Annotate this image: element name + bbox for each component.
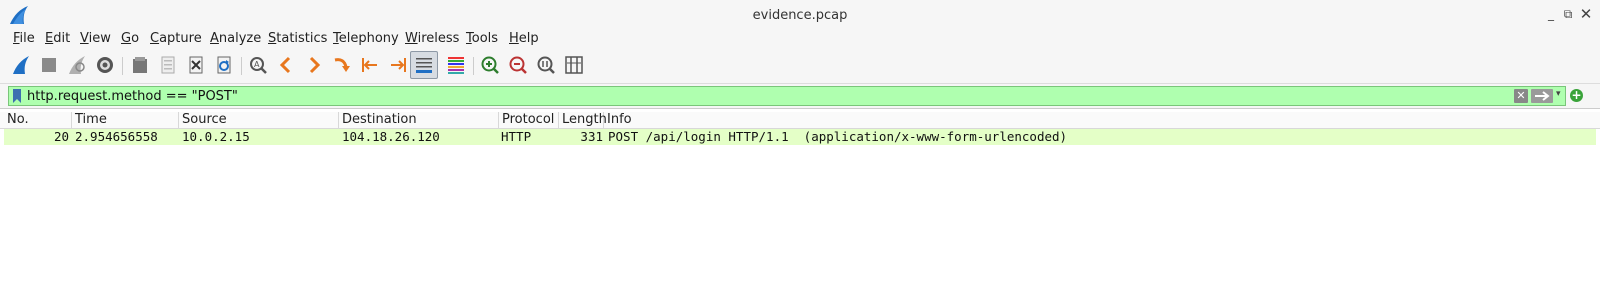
packet-list-header: No. Time Source Destination Protocol Len… (0, 112, 1600, 129)
colorize-icon[interactable] (444, 53, 468, 77)
go-back-icon[interactable] (274, 53, 298, 77)
go-forward-icon[interactable] (302, 53, 326, 77)
menu-edit[interactable]: Edit (45, 31, 70, 46)
zoom-in-icon[interactable] (478, 53, 502, 77)
stop-capture-icon[interactable] (37, 53, 61, 77)
window-title: evidence.pcap (752, 8, 848, 23)
title-bar: evidence.pcap _ ⧉ ✕ (0, 0, 1600, 30)
column-header-info[interactable]: Info (604, 112, 1596, 129)
display-filter-input[interactable] (27, 88, 1507, 104)
go-to-packet-icon[interactable] (330, 53, 354, 77)
menu-capture[interactable]: Capture (150, 31, 202, 46)
zoom-out-icon[interactable] (506, 53, 530, 77)
find-packet-icon[interactable]: A (246, 53, 270, 77)
close-file-icon[interactable] (184, 53, 208, 77)
clear-filter-button[interactable]: ✕ (1514, 89, 1528, 103)
capture-options-icon[interactable] (93, 53, 117, 77)
toolbar-separator (122, 57, 123, 75)
cell-no: 20 (53, 129, 69, 144)
column-header-length[interactable]: Length (559, 112, 607, 129)
menu-telephony[interactable]: Telephony (333, 31, 399, 46)
go-last-icon[interactable] (386, 53, 410, 77)
display-filter-bar: ✕ ▾ + (0, 84, 1600, 108)
column-header-protocol[interactable]: Protocol (499, 112, 559, 129)
toolbar-separator (473, 57, 474, 75)
cell-length: 331 (580, 129, 603, 144)
cell-info: POST /api/login HTTP/1.1 (application/x-… (608, 129, 1068, 144)
menu-analyze[interactable]: Analyze (210, 31, 261, 46)
cell-source: 10.0.2.15 (182, 129, 250, 144)
save-file-icon[interactable] (156, 53, 180, 77)
column-header-source[interactable]: Source (179, 112, 339, 129)
packet-row[interactable]: 20 2.954656558 10.0.2.15 104.18.26.120 H… (4, 129, 1596, 145)
svg-text:A: A (254, 60, 260, 69)
normal-size-icon[interactable] (534, 53, 558, 77)
menu-help[interactable]: Help (509, 31, 539, 46)
add-filter-button[interactable]: + (1570, 89, 1583, 102)
packet-list: No. Time Source Destination Protocol Len… (0, 108, 1600, 287)
filter-history-dropdown[interactable]: ▾ (1556, 89, 1564, 99)
column-header-time[interactable]: Time (72, 112, 179, 129)
go-first-icon[interactable] (358, 53, 382, 77)
menu-go[interactable]: Go (121, 31, 139, 46)
menu-tools[interactable]: Tools (466, 31, 498, 46)
filter-bookmark-icon[interactable] (12, 89, 22, 103)
autoscroll-icon[interactable] (410, 51, 438, 79)
minimize-button[interactable]: _ (1543, 6, 1559, 22)
cell-protocol: HTTP (501, 129, 532, 144)
cell-time: 2.954656558 (75, 129, 158, 144)
menu-bar: File Edit View Go Capture Analyze Statis… (0, 30, 1600, 48)
cell-destination: 104.18.26.120 (342, 129, 440, 144)
start-capture-icon[interactable] (9, 53, 33, 77)
resize-columns-icon[interactable] (562, 53, 586, 77)
menu-file[interactable]: File (13, 31, 35, 46)
reload-file-icon[interactable] (212, 53, 236, 77)
menu-view[interactable]: View (80, 31, 111, 46)
toolbar-separator (241, 57, 242, 75)
column-header-destination[interactable]: Destination (339, 112, 499, 129)
close-button[interactable]: ✕ (1578, 6, 1594, 22)
apply-filter-button[interactable] (1531, 89, 1553, 103)
menu-wireless[interactable]: Wireless (405, 31, 459, 46)
maximize-button[interactable]: ⧉ (1560, 6, 1576, 22)
column-header-no[interactable]: No. (4, 112, 72, 129)
menu-statistics[interactable]: Statistics (268, 31, 327, 46)
open-file-icon[interactable] (128, 53, 152, 77)
restart-capture-icon[interactable] (65, 53, 89, 77)
display-filter-box: ✕ ▾ (8, 86, 1566, 106)
main-toolbar: A (0, 48, 1600, 84)
